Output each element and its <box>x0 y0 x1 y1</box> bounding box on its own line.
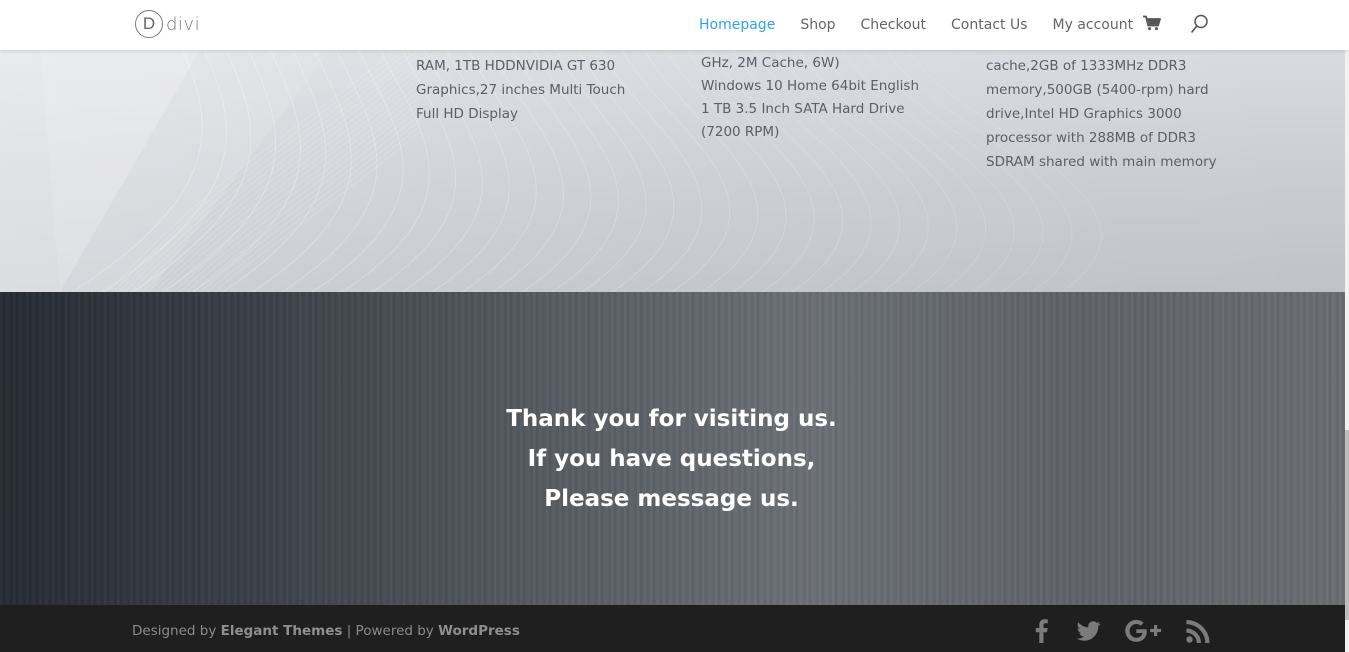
site-logo[interactable]: D divi <box>135 9 200 39</box>
spec-line: RAM, 1TB HDDNVIDIA GT 630 <box>416 58 616 74</box>
footer-credits: Designed by Elegant Themes | Powered by … <box>132 623 520 639</box>
spec-line: SDRAM shared with main memory <box>986 154 1217 170</box>
spec-line: drive,Intel HD Graphics 3000 <box>986 106 1182 122</box>
spec-line: GHz, 2M Cache, 6W) <box>701 55 840 71</box>
thank-you-line: If you have questions, <box>527 446 816 472</box>
rss-icon[interactable] <box>1186 619 1211 643</box>
credits-platform-link[interactable]: WordPress <box>438 623 520 639</box>
google-plus-icon[interactable] <box>1124 619 1164 643</box>
nav-item-homepage[interactable]: Homepage <box>699 17 775 33</box>
twitter-icon[interactable] <box>1076 619 1101 643</box>
product-spec-2: GHz, 2M Cache, 6W) Windows 10 Home 64bit… <box>701 52 919 144</box>
logo-text: divi <box>166 13 201 35</box>
spec-line: memory,500GB (5400-rpm) hard <box>986 82 1209 98</box>
shopping-cart-icon[interactable] <box>1143 15 1161 31</box>
spec-line: 1 TB 3.5 Inch SATA Hard Drive <box>701 101 905 117</box>
site-header: D divi Homepage Shop Checkout Contact Us… <box>0 0 1349 50</box>
facebook-icon[interactable] <box>1033 619 1049 643</box>
thank-you-line: Thank you for visiting us. <box>506 406 837 432</box>
nav-item-shop[interactable]: Shop <box>800 17 835 33</box>
credits-separator: | Powered by <box>342 623 439 639</box>
thank-you-message: Thank you for visiting us. If you have q… <box>0 399 1343 519</box>
search-icon[interactable] <box>1191 14 1209 34</box>
credits-designed-by: Designed by <box>132 623 221 639</box>
spec-line: Windows 10 Home 64bit English <box>701 78 920 94</box>
scrollbar-thumb[interactable] <box>1345 430 1349 620</box>
site-footer: Designed by Elegant Themes | Powered by … <box>0 605 1349 652</box>
main-nav: Homepage Shop Checkout Contact Us My acc… <box>699 0 1158 50</box>
spec-line: (7200 RPM) <box>701 124 780 140</box>
spec-line: processor with 288MB of DDR3 <box>986 130 1196 146</box>
credits-designer-link[interactable]: Elegant Themes <box>221 623 343 639</box>
product-spec-3: cache,2GB of 1333MHz DDR3 memory,500GB (… <box>986 54 1217 174</box>
spec-line: Full HD Display <box>416 106 518 122</box>
nav-item-my-account[interactable]: My account <box>1053 17 1134 33</box>
spec-line: Graphics,27 inches Multi Touch <box>416 82 626 98</box>
nav-item-checkout[interactable]: Checkout <box>861 17 927 33</box>
thank-you-line: Please message us. <box>544 486 799 512</box>
logo-mark: D <box>135 10 163 38</box>
nav-item-contact-us[interactable]: Contact Us <box>951 17 1027 33</box>
thank-you-section: Thank you for visiting us. If you have q… <box>0 292 1349 605</box>
product-spec-1: RAM, 1TB HDDNVIDIA GT 630 Graphics,27 in… <box>416 54 625 126</box>
products-section: RAM, 1TB HDDNVIDIA GT 630 Graphics,27 in… <box>0 50 1349 292</box>
spec-line: cache,2GB of 1333MHz DDR3 <box>986 58 1187 74</box>
